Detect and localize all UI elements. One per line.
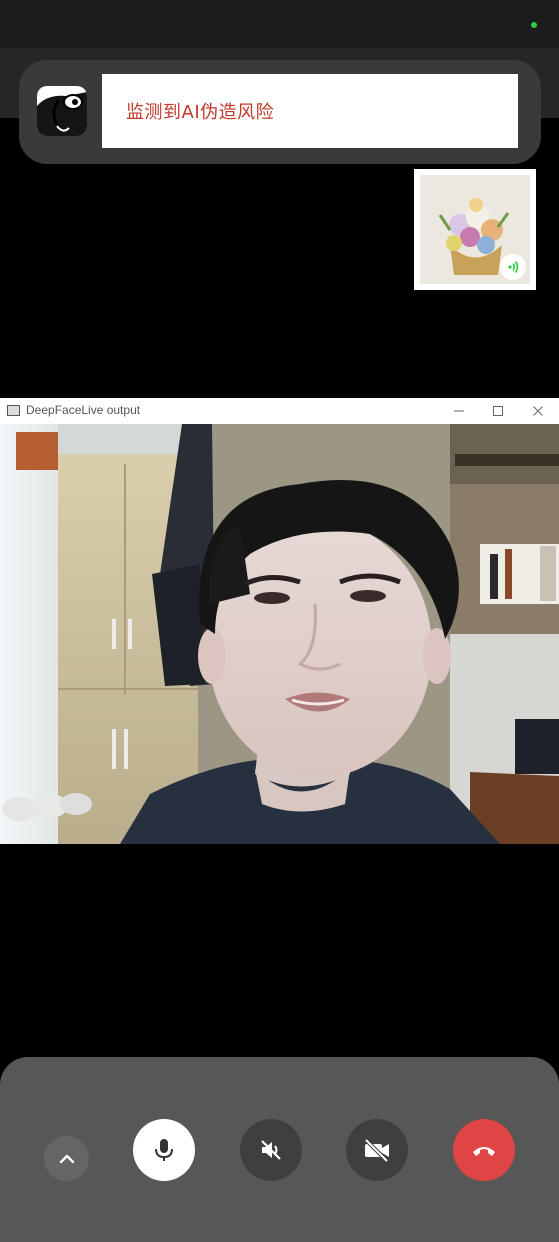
maximize-icon[interactable] [486,401,510,421]
window-titlebar[interactable]: DeepFaceLive output [0,398,559,424]
speaker-muted-icon[interactable] [240,1119,302,1181]
chevron-up-icon[interactable] [44,1136,89,1181]
alert-message: 监测到AI伪造风险 [126,102,275,123]
status-indicator-dot [531,22,537,28]
app-logo-icon [37,86,87,136]
alert-message-box: 监测到AI伪造风险 [102,74,518,148]
voice-active-icon [500,254,526,280]
camera-off-icon[interactable] [346,1119,408,1181]
window-app-icon [7,405,20,416]
minimize-icon[interactable] [447,401,471,421]
call-controls-panel [0,1057,559,1242]
video-feed [0,424,559,844]
close-icon[interactable] [526,401,550,421]
status-bar [0,0,559,48]
flower-painting-image [420,175,530,284]
remote-video-window[interactable]: DeepFaceLive output [0,398,559,844]
window-title: DeepFaceLive output [26,403,141,417]
ai-forgery-alert[interactable]: 监测到AI伪造风险 [19,60,541,164]
microphone-icon[interactable] [133,1119,195,1181]
self-video-preview[interactable] [414,169,536,290]
hang-up-icon[interactable] [453,1119,515,1181]
